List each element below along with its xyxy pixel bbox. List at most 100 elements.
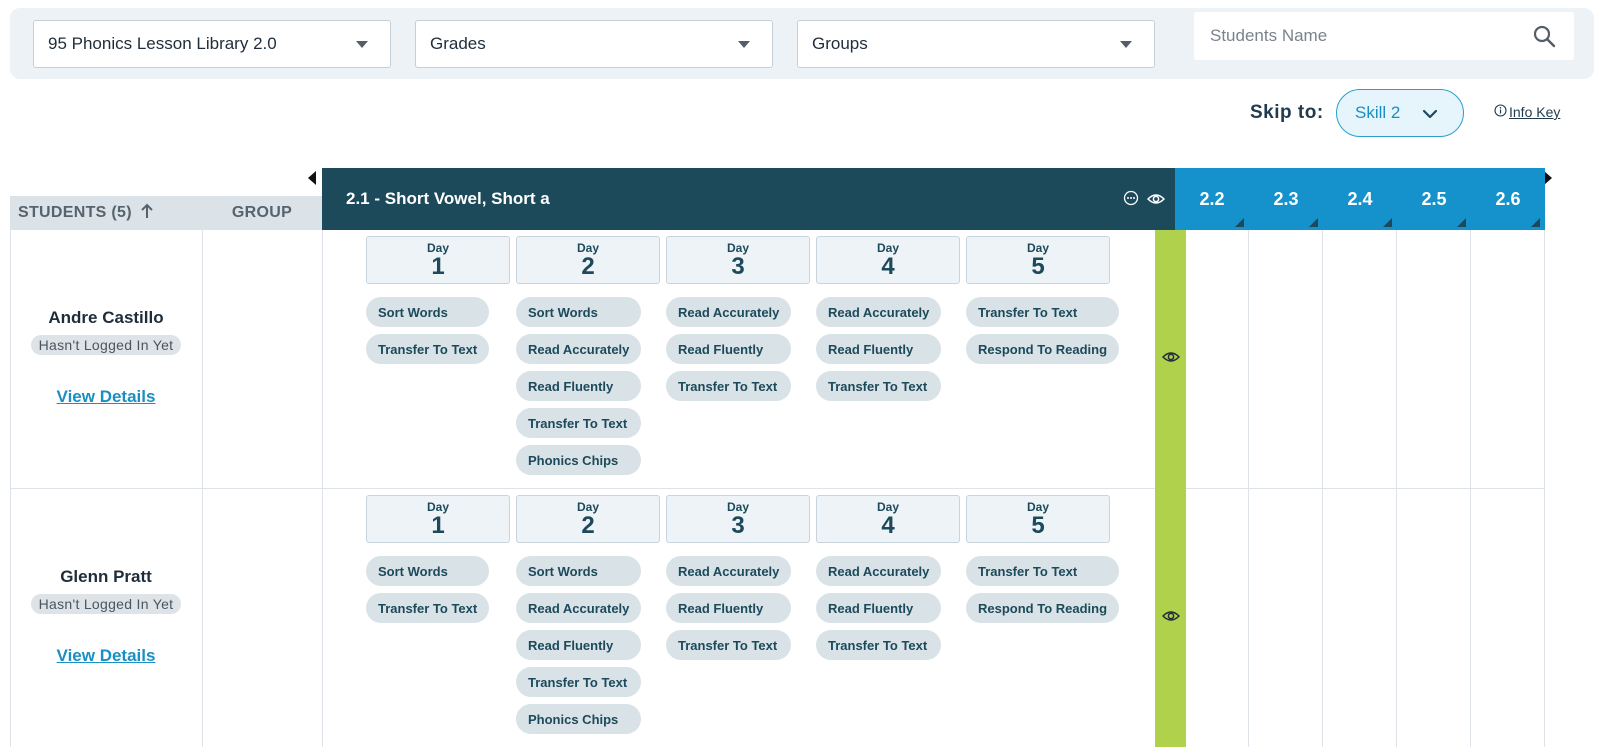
day-header: Day 3: [666, 495, 810, 543]
skill-header-2-2[interactable]: 2.2: [1175, 168, 1249, 230]
login-status-badge: Hasn't Logged In Yet: [30, 594, 182, 614]
skill-header-label: 2.4: [1347, 188, 1373, 209]
skill-header-2-6[interactable]: 2.6: [1471, 168, 1545, 230]
activity-chip[interactable]: Transfer To Text: [966, 297, 1120, 327]
day-header: Day 3: [666, 236, 810, 284]
skill-header-label: 2.3: [1273, 188, 1299, 209]
day-column: Day 2 Sort Words Read Accurately Read Flu…: [516, 495, 660, 734]
skip-to-select[interactable]: Skill 2: [1336, 89, 1464, 137]
day-number: 5: [1031, 511, 1045, 539]
activity-chip[interactable]: Read Fluently: [816, 593, 942, 623]
scroll-left-arrow-icon[interactable]: [308, 171, 316, 185]
day-number: 4: [881, 511, 895, 539]
activity-chip[interactable]: Transfer To Text: [816, 630, 942, 660]
info-key-link[interactable]: Info Key: [1494, 104, 1560, 120]
day-header: Day 5: [966, 236, 1110, 284]
activity-chip[interactable]: Read Accurately: [516, 593, 642, 623]
student-name: Glenn Pratt: [60, 567, 152, 586]
students-column-header[interactable]: STUDENTS (5): [10, 196, 202, 230]
student-cell: Glenn Pratt Hasn't Logged In Yet View De…: [10, 489, 202, 747]
skill-header-2-5[interactable]: 2.5: [1397, 168, 1471, 230]
library-select[interactable]: 95 Phonics Lesson Library 2.0: [33, 20, 391, 68]
activity-chip[interactable]: Sort Words: [516, 297, 642, 327]
more-options-icon[interactable]: [1123, 190, 1139, 211]
activity-chip[interactable]: Transfer To Text: [816, 371, 942, 401]
scroll-right-arrow-icon[interactable]: [1544, 171, 1552, 185]
day-column: Day 3 Read Accurately Read Fluently Trans…: [666, 236, 810, 475]
grades-select[interactable]: Grades: [415, 20, 773, 68]
day-number: 1: [431, 252, 445, 280]
library-select-value: 95 Phonics Lesson Library 2.0: [48, 34, 277, 53]
activity-chip[interactable]: Read Accurately: [816, 556, 942, 586]
group-column-header: GROUP: [202, 196, 322, 230]
day-column: Day 1 Sort Words Transfer To Text: [366, 236, 510, 475]
students-header-label: STUDENTS (5): [18, 204, 132, 221]
activity-chip[interactable]: Read Accurately: [516, 334, 642, 364]
current-skill-header[interactable]: 2.1 - Short Vowel, Short a: [322, 168, 1175, 230]
activity-chip[interactable]: Transfer To Text: [966, 556, 1120, 586]
login-status-badge: Hasn't Logged In Yet: [30, 335, 182, 355]
day-column: Day 5 Transfer To Text Respond To Reading: [966, 495, 1120, 734]
student-search: [1194, 12, 1574, 60]
activity-chip[interactable]: Read Accurately: [816, 297, 942, 327]
view-details-link[interactable]: View Details: [57, 646, 156, 666]
day-header: Day 4: [816, 495, 960, 543]
activity-chip[interactable]: Read Accurately: [666, 556, 792, 586]
day-number: 2: [581, 511, 595, 539]
search-icon[interactable]: [1532, 24, 1556, 53]
complete-column: [1155, 230, 1186, 489]
chevron-down-icon: [1421, 105, 1439, 128]
skip-to-value: Skill 2: [1355, 103, 1401, 122]
day-header: Day 2: [516, 236, 660, 284]
skip-to-label: Skip to:: [1250, 102, 1324, 123]
eye-icon[interactable]: [1161, 350, 1180, 369]
current-skill-title: 2.1 - Short Vowel, Short a: [346, 189, 550, 208]
day-number: 5: [1031, 252, 1045, 280]
activity-chip[interactable]: Respond To Reading: [966, 593, 1120, 623]
activity-chip[interactable]: Transfer To Text: [666, 630, 792, 660]
day-number: 2: [581, 252, 595, 280]
activity-chip[interactable]: Phonics Chips: [516, 704, 642, 734]
skill-header-2-3[interactable]: 2.3: [1249, 168, 1323, 230]
day-column: Day 4 Read Accurately Read Fluently Trans…: [816, 236, 960, 475]
column-divider: [1544, 230, 1545, 747]
day-header: Day 1: [366, 236, 510, 284]
activity-chip[interactable]: Transfer To Text: [666, 371, 792, 401]
eye-icon[interactable]: [1146, 191, 1166, 211]
day-number: 4: [881, 252, 895, 280]
corner-marker: [1457, 218, 1466, 227]
day-column: Day 1 Sort Words Transfer To Text: [366, 495, 510, 734]
day-column: Day 2 Sort Words Read Accurately Read Flu…: [516, 236, 660, 475]
activity-chip[interactable]: Read Fluently: [666, 334, 792, 364]
caret-down-icon: [356, 41, 368, 48]
activity-chip[interactable]: Sort Words: [366, 297, 490, 327]
search-input[interactable]: [1210, 26, 1510, 46]
activity-chip[interactable]: Respond To Reading: [966, 334, 1120, 364]
activity-chip[interactable]: Read Fluently: [516, 630, 642, 660]
skill-header-2-4[interactable]: 2.4: [1323, 168, 1397, 230]
sort-ascending-icon[interactable]: [140, 203, 154, 224]
day-column: Day 4 Read Accurately Read Fluently Trans…: [816, 495, 960, 734]
activity-chip[interactable]: Read Fluently: [516, 371, 642, 401]
skill-header-label: 2.5: [1421, 188, 1447, 209]
groups-select[interactable]: Groups: [797, 20, 1155, 68]
activity-chip[interactable]: Sort Words: [516, 556, 642, 586]
activity-chip[interactable]: Read Fluently: [666, 593, 792, 623]
activity-chip[interactable]: Transfer To Text: [516, 408, 642, 438]
activity-chip[interactable]: Sort Words: [366, 556, 490, 586]
day-plan: Day 1 Sort Words Transfer To Text Day 2 So…: [366, 236, 1120, 475]
caret-down-icon: [1120, 41, 1132, 48]
skill-header-label: 2.6: [1495, 188, 1521, 209]
activity-chip[interactable]: Transfer To Text: [516, 667, 642, 697]
activity-chip[interactable]: Transfer To Text: [366, 334, 490, 364]
view-details-link[interactable]: View Details: [57, 387, 156, 407]
activity-chip[interactable]: Phonics Chips: [516, 445, 642, 475]
activity-chip[interactable]: Read Accurately: [666, 297, 792, 327]
activity-chip[interactable]: Transfer To Text: [366, 593, 490, 623]
activity-chip[interactable]: Read Fluently: [816, 334, 942, 364]
eye-icon[interactable]: [1161, 609, 1180, 628]
caret-down-icon: [738, 41, 750, 48]
day-header: Day 1: [366, 495, 510, 543]
info-key-label: Info Key: [1509, 104, 1561, 120]
day-header: Day 2: [516, 495, 660, 543]
